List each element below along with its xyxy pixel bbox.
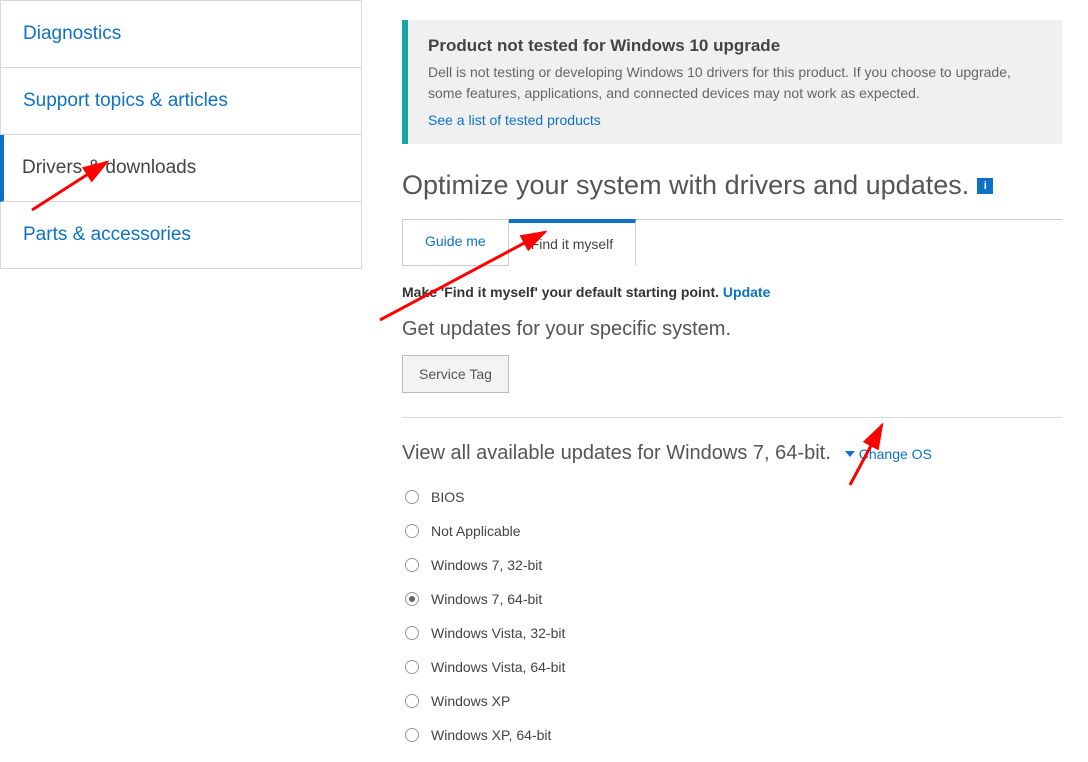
sidebar: Diagnostics Support topics & articles Dr… bbox=[0, 0, 362, 269]
radio-icon bbox=[405, 626, 419, 640]
os-label: BIOS bbox=[431, 489, 464, 505]
default-starting-point: Make 'Find it myself' your default start… bbox=[402, 284, 1062, 300]
info-icon[interactable]: i bbox=[977, 178, 993, 194]
change-os-link[interactable]: Change OS bbox=[845, 446, 932, 462]
radio-icon bbox=[405, 592, 419, 606]
default-text: Make 'Find it myself' your default start… bbox=[402, 284, 723, 300]
notice-body: Dell is not testing or developing Window… bbox=[428, 62, 1042, 104]
radio-icon bbox=[405, 490, 419, 504]
os-label: Windows Vista, 64-bit bbox=[431, 659, 565, 675]
sidebar-item-support-topics[interactable]: Support topics & articles bbox=[0, 68, 362, 135]
sidebar-item-parts-accessories[interactable]: Parts & accessories bbox=[0, 202, 362, 269]
tabs: Guide me Find it myself bbox=[402, 219, 1062, 266]
os-label: Windows XP, 64-bit bbox=[431, 727, 551, 743]
os-option-win7-32[interactable]: Windows 7, 32-bit bbox=[405, 557, 1062, 573]
notice-title: Product not tested for Windows 10 upgrad… bbox=[428, 36, 1042, 56]
tab-guide-me[interactable]: Guide me bbox=[402, 220, 509, 266]
main-content: Product not tested for Windows 10 upgrad… bbox=[402, 20, 1062, 743]
os-option-xp-64[interactable]: Windows XP, 64-bit bbox=[405, 727, 1062, 743]
os-list: BIOS Not Applicable Windows 7, 32-bit Wi… bbox=[405, 489, 1062, 743]
sidebar-item-drivers-downloads[interactable]: Drivers & downloads bbox=[0, 135, 362, 202]
radio-icon bbox=[405, 660, 419, 674]
sidebar-item-label: Support topics & articles bbox=[23, 90, 228, 111]
notice-link[interactable]: See a list of tested products bbox=[428, 112, 1042, 128]
os-option-win7-64[interactable]: Windows 7, 64-bit bbox=[405, 591, 1062, 607]
os-option-bios[interactable]: BIOS bbox=[405, 489, 1062, 505]
sidebar-item-diagnostics[interactable]: Diagnostics bbox=[0, 0, 362, 68]
tab-label: Guide me bbox=[425, 233, 486, 249]
divider bbox=[402, 417, 1062, 418]
radio-icon bbox=[405, 558, 419, 572]
view-updates-line: View all available updates for Windows 7… bbox=[402, 442, 1062, 465]
headline-text: Optimize your system with drivers and up… bbox=[402, 170, 969, 201]
os-option-xp[interactable]: Windows XP bbox=[405, 693, 1062, 709]
os-label: Windows 7, 64-bit bbox=[431, 591, 542, 607]
notice-banner: Product not tested for Windows 10 upgrad… bbox=[402, 20, 1062, 144]
sidebar-item-label: Drivers & downloads bbox=[22, 157, 196, 178]
os-label: Not Applicable bbox=[431, 523, 521, 539]
sidebar-item-label: Parts & accessories bbox=[23, 224, 191, 245]
os-label: Windows XP bbox=[431, 693, 510, 709]
os-option-not-applicable[interactable]: Not Applicable bbox=[405, 523, 1062, 539]
radio-icon bbox=[405, 728, 419, 742]
change-os-label: Change OS bbox=[859, 446, 932, 462]
page-headline: Optimize your system with drivers and up… bbox=[402, 170, 1062, 201]
tab-find-it-myself[interactable]: Find it myself bbox=[509, 219, 636, 266]
os-label: Windows 7, 32-bit bbox=[431, 557, 542, 573]
radio-icon bbox=[405, 524, 419, 538]
sidebar-item-label: Diagnostics bbox=[23, 23, 121, 44]
view-updates-text: View all available updates for Windows 7… bbox=[402, 442, 831, 465]
radio-icon bbox=[405, 694, 419, 708]
caret-down-icon bbox=[845, 451, 855, 457]
service-tag-button[interactable]: Service Tag bbox=[402, 355, 509, 393]
subhead: Get updates for your specific system. bbox=[402, 318, 1062, 341]
tab-label: Find it myself bbox=[531, 236, 613, 252]
os-option-vista-32[interactable]: Windows Vista, 32-bit bbox=[405, 625, 1062, 641]
update-link[interactable]: Update bbox=[723, 284, 770, 300]
os-option-vista-64[interactable]: Windows Vista, 64-bit bbox=[405, 659, 1062, 675]
os-label: Windows Vista, 32-bit bbox=[431, 625, 565, 641]
